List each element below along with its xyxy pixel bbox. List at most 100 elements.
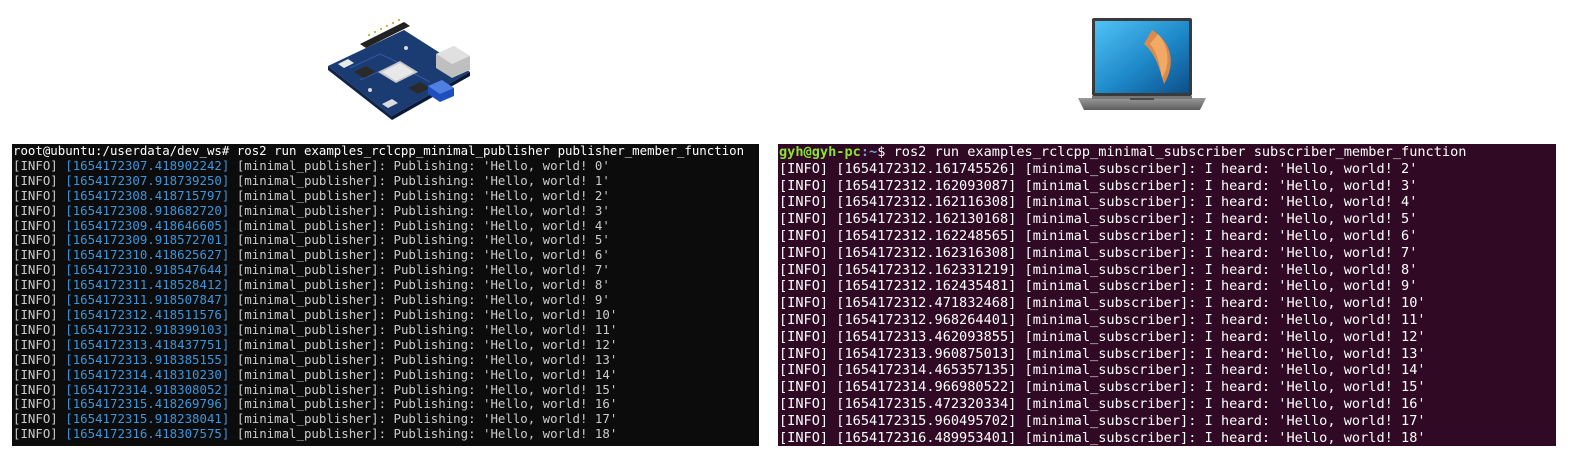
log-line: [INFO] [1654172311.918507847] [minimal_p…: [13, 292, 759, 308]
log-level: [INFO]: [779, 261, 829, 278]
prompt-path: :~: [860, 144, 878, 160]
log-line: [INFO] [1654172313.918385155] [minimal_p…: [13, 351, 759, 368]
log-level: [INFO]: [779, 295, 829, 312]
log-level: [INFO]: [779, 395, 829, 412]
shell-command: ros2 run examples_rclcpp_minimal_subscri…: [885, 144, 1467, 160]
log-message: [minimal_subscriber]: I heard: 'Hello, w…: [1024, 295, 1426, 312]
log-level: [INFO]: [13, 262, 58, 278]
log-level: [INFO]: [13, 172, 58, 188]
log-message: [minimal_subscriber]: I heard: 'Hello, w…: [1024, 345, 1426, 362]
log-level: [INFO]: [13, 306, 58, 322]
log-level: [INFO]: [13, 187, 58, 203]
log-timestamp: [1654172313.960875013]: [836, 345, 1017, 362]
log-timestamp: [1654172313.918385155]: [65, 351, 230, 367]
log-timestamp: [1654172310.918547644]: [65, 262, 230, 278]
log-level: [INFO]: [779, 227, 829, 244]
shell-prompt: root@ubuntu:/userdata/dev_ws#: [13, 144, 230, 158]
log-level: [INFO]: [779, 177, 829, 194]
log-message: [minimal_publisher]: Publishing: 'Hello,…: [236, 157, 610, 173]
log-level: [INFO]: [13, 426, 58, 442]
log-message: [minimal_publisher]: Publishing: 'Hello,…: [236, 232, 610, 248]
log-line: [INFO] [1654172313.960875013] [minimal_s…: [779, 346, 1556, 363]
log-timestamp: [1654172315.918238041]: [65, 411, 230, 427]
log-timestamp: [1654172309.918572701]: [65, 232, 230, 248]
log-timestamp: [1654172312.162116308]: [836, 194, 1017, 211]
log-timestamp: [1654172312.968264401]: [836, 311, 1017, 328]
log-level: [INFO]: [779, 278, 829, 295]
log-message: [minimal_subscriber]: I heard: 'Hello, w…: [1024, 278, 1418, 295]
log-level: [INFO]: [13, 366, 58, 382]
log-timestamp: [1654172309.418646605]: [65, 217, 230, 233]
log-timestamp: [1654172312.162316308]: [836, 244, 1017, 261]
log-line: [INFO] [1654172314.918308052] [minimal_p…: [13, 381, 759, 398]
log-level: [INFO]: [779, 379, 829, 396]
log-timestamp: [1654172314.966980522]: [836, 379, 1017, 396]
log-timestamp: [1654172308.418715797]: [65, 187, 230, 203]
log-line: [INFO] [1654172312.162093087] [minimal_s…: [779, 178, 1556, 195]
log-message: [minimal_publisher]: Publishing: 'Hello,…: [236, 351, 618, 367]
log-timestamp: [1654172315.418269796]: [65, 396, 230, 412]
log-message: [minimal_publisher]: Publishing: 'Hello,…: [236, 381, 618, 397]
log-line: [INFO] [1654172316.489953401] [minimal_s…: [779, 430, 1556, 446]
log-timestamp: [1654172313.462093855]: [836, 328, 1017, 345]
log-level: [INFO]: [779, 429, 829, 446]
log-timestamp: [1654172307.918739250]: [65, 172, 230, 188]
log-message: [minimal_publisher]: Publishing: 'Hello,…: [236, 202, 610, 218]
log-line: [INFO] [1654172310.418625627] [minimal_p…: [13, 247, 759, 263]
subscriber-terminal[interactable]: gyh@gyh-pc:~$ ros2 run examples_rclcpp_m…: [778, 144, 1556, 446]
log-level: [INFO]: [13, 411, 58, 427]
shell-command: ros2 run examples_rclcpp_minimal_publish…: [229, 144, 745, 158]
log-message: [minimal_publisher]: Publishing: 'Hello,…: [236, 396, 618, 412]
log-line: [INFO] [1654172309.918572701] [minimal_p…: [13, 232, 759, 248]
log-line: [INFO] [1654172314.418310230] [minimal_p…: [13, 366, 759, 383]
log-timestamp: [1654172312.418511576]: [65, 306, 230, 322]
log-message: [minimal_publisher]: Publishing: 'Hello,…: [236, 426, 618, 442]
log-line: [INFO] [1654172312.162248565] [minimal_s…: [779, 228, 1556, 245]
log-timestamp: [1654172311.918507847]: [65, 292, 230, 308]
terminal-command-line: root@ubuntu:/userdata/dev_ws# ros2 run e…: [13, 144, 759, 159]
log-level: [INFO]: [13, 217, 58, 233]
log-message: [minimal_publisher]: Publishing: 'Hello,…: [236, 411, 618, 427]
log-timestamp: [1654172314.418310230]: [65, 366, 230, 382]
log-message: [minimal_subscriber]: I heard: 'Hello, w…: [1024, 395, 1426, 412]
log-line: [INFO] [1654172308.918682720] [minimal_p…: [13, 202, 759, 219]
log-timestamp: [1654172312.162435481]: [836, 278, 1017, 295]
log-line: [INFO] [1654172309.418646605] [minimal_p…: [13, 217, 759, 234]
log-line: [INFO] [1654172312.418511576] [minimal_p…: [13, 306, 759, 323]
log-message: [minimal_subscriber]: I heard: 'Hello, w…: [1024, 244, 1418, 261]
log-timestamp: [1654172312.471832468]: [836, 295, 1017, 312]
log-line: [INFO] [1654172312.968264401] [minimal_s…: [779, 312, 1556, 329]
log-level: [INFO]: [779, 194, 829, 211]
log-line: [INFO] [1654172312.161745526] [minimal_s…: [779, 161, 1556, 178]
log-level: [INFO]: [13, 351, 58, 367]
log-timestamp: [1654172311.418528412]: [65, 277, 230, 293]
log-level: [INFO]: [779, 345, 829, 362]
log-message: [minimal_subscriber]: I heard: 'Hello, w…: [1024, 160, 1418, 177]
log-message: [minimal_publisher]: Publishing: 'Hello,…: [236, 262, 610, 278]
log-level: [INFO]: [13, 277, 58, 293]
log-level: [INFO]: [779, 244, 829, 261]
log-line: [INFO] [1654172312.162331219] [minimal_s…: [779, 262, 1556, 279]
log-line: [INFO] [1654172312.162130168] [minimal_s…: [779, 211, 1556, 228]
log-line: [INFO] [1654172312.162116308] [minimal_s…: [779, 194, 1556, 211]
log-message: [minimal_publisher]: Publishing: 'Hello,…: [236, 336, 618, 352]
log-timestamp: [1654172310.418625627]: [65, 247, 230, 263]
publisher-terminal[interactable]: root@ubuntu:/userdata/dev_ws# ros2 run e…: [12, 144, 759, 446]
log-message: [minimal_publisher]: Publishing: 'Hello,…: [236, 247, 610, 263]
log-level: [INFO]: [13, 232, 58, 248]
log-line: [INFO] [1654172315.472320334] [minimal_s…: [779, 396, 1556, 413]
log-message: [minimal_subscriber]: I heard: 'Hello, w…: [1024, 194, 1418, 211]
log-level: [INFO]: [13, 396, 58, 412]
prompt-user-host: gyh@gyh-pc: [779, 144, 861, 160]
log-timestamp: [1654172312.162093087]: [836, 177, 1017, 194]
log-line: [INFO] [1654172314.465357135] [minimal_s…: [779, 362, 1556, 379]
log-line: [INFO] [1654172312.162435481] [minimal_s…: [779, 278, 1556, 295]
log-line: [INFO] [1654172307.918739250] [minimal_p…: [13, 172, 759, 189]
log-timestamp: [1654172316.418307575]: [65, 426, 230, 442]
log-message: [minimal_subscriber]: I heard: 'Hello, w…: [1024, 311, 1426, 328]
log-timestamp: [1654172314.918308052]: [65, 381, 230, 397]
log-level: [INFO]: [13, 292, 58, 308]
log-timestamp: [1654172307.418902242]: [65, 157, 230, 173]
log-level: [INFO]: [779, 362, 829, 379]
log-timestamp: [1654172312.161745526]: [836, 160, 1017, 177]
